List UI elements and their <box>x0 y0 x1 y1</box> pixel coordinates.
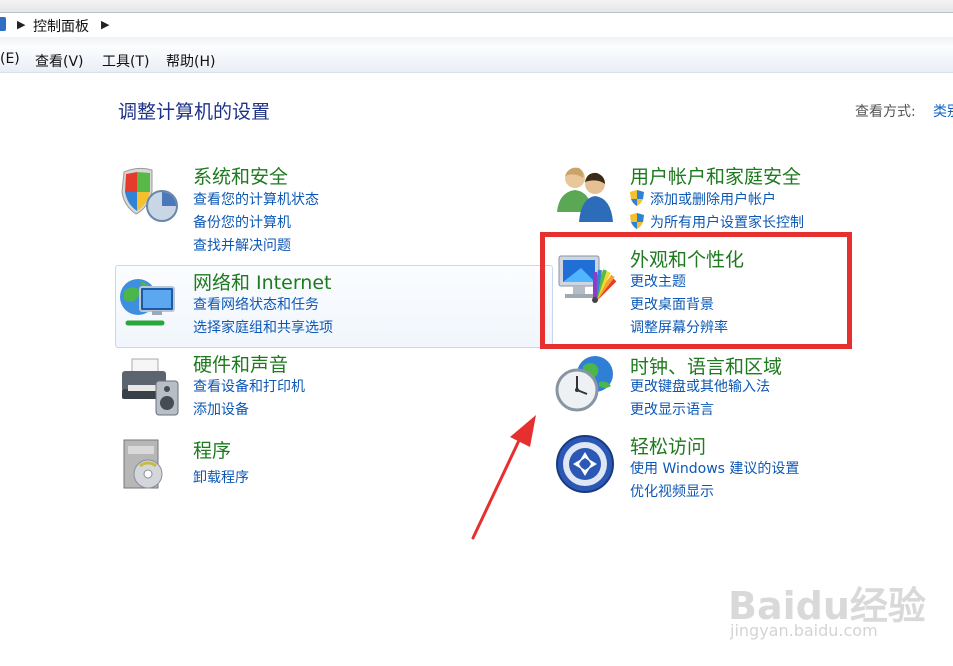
window-top-strip <box>0 0 953 12</box>
clock-language-region-icon[interactable] <box>555 352 619 416</box>
annotation-arrow-icon <box>471 415 536 540</box>
link-change-display-language[interactable]: 更改显示语言 <box>630 399 714 419</box>
view-by-label: 查看方式: <box>855 104 916 120</box>
link-devices-printers[interactable]: 查看设备和打印机 <box>193 376 305 396</box>
menu-edit[interactable]: (E) <box>0 51 20 67</box>
system-security-icon[interactable] <box>118 162 182 226</box>
link-view-computer-status[interactable]: 查看您的计算机状态 <box>193 189 319 209</box>
hardware-sound-icon[interactable] <box>118 355 182 419</box>
programs-icon[interactable] <box>118 436 182 500</box>
menu-help[interactable]: 帮助(H) <box>166 51 215 71</box>
annotation-highlight-box <box>540 232 852 349</box>
link-recommended-settings[interactable]: 使用 Windows 建议的设置 <box>630 458 799 478</box>
link-add-remove-user-label: 添加或删除用户帐户 <box>650 192 776 208</box>
category-title-network[interactable]: 网络和 Internet <box>193 268 331 295</box>
watermark-url: jingyan.baidu.com <box>730 621 878 640</box>
category-title-user-accounts[interactable]: 用户帐户和家庭安全 <box>630 162 801 189</box>
link-optimize-visual-display[interactable]: 优化视频显示 <box>630 481 714 501</box>
menu-bar: (E) 查看(V) 工具(T) 帮助(H) <box>0 48 953 73</box>
link-add-device[interactable]: 添加设备 <box>193 399 249 419</box>
view-by-dropdown[interactable]: 类别 <box>933 101 953 121</box>
link-parental-controls-label: 为所有用户设置家长控制 <box>650 215 804 231</box>
category-title-clock-language-region[interactable]: 时钟、语言和区域 <box>630 352 782 379</box>
link-troubleshoot[interactable]: 查找并解决问题 <box>193 235 291 255</box>
network-internet-icon[interactable] <box>118 271 182 335</box>
uac-shield-icon <box>630 213 644 229</box>
link-homegroup-sharing[interactable]: 选择家庭组和共享选项 <box>193 317 333 337</box>
menu-tools[interactable]: 工具(T) <box>102 51 149 71</box>
link-network-status[interactable]: 查看网络状态和任务 <box>193 294 319 314</box>
control-panel-icon <box>0 17 6 31</box>
breadcrumb-control-panel[interactable]: 控制面板 <box>33 16 89 36</box>
category-title-system-security[interactable]: 系统和安全 <box>193 162 288 189</box>
link-add-remove-user[interactable]: 添加或删除用户帐户 <box>630 189 776 209</box>
link-backup-computer[interactable]: 备份您的计算机 <box>193 212 291 232</box>
category-title-hardware-sound[interactable]: 硬件和声音 <box>193 350 288 377</box>
link-parental-controls[interactable]: 为所有用户设置家长控制 <box>630 212 804 232</box>
uac-shield-icon <box>630 190 644 206</box>
breadcrumb-arrow-icon[interactable]: ▶ <box>17 18 25 31</box>
baidu-watermark: Baidu经验 jingyan.baidu.com <box>728 575 926 640</box>
category-title-ease-of-access[interactable]: 轻松访问 <box>630 432 706 459</box>
ease-of-access-icon[interactable] <box>555 432 619 496</box>
menu-view[interactable]: 查看(V) <box>35 51 84 71</box>
address-bar[interactable]: ▶ 控制面板 ▶ <box>0 12 953 38</box>
user-accounts-icon[interactable] <box>555 162 619 226</box>
link-change-keyboard-input[interactable]: 更改键盘或其他输入法 <box>630 376 770 396</box>
page-title: 调整计算机的设置 <box>118 101 271 123</box>
toolbar-gap <box>0 37 953 48</box>
category-title-programs[interactable]: 程序 <box>193 436 231 463</box>
link-uninstall-program[interactable]: 卸载程序 <box>193 467 249 487</box>
breadcrumb-arrow-icon[interactable]: ▶ <box>101 18 109 31</box>
